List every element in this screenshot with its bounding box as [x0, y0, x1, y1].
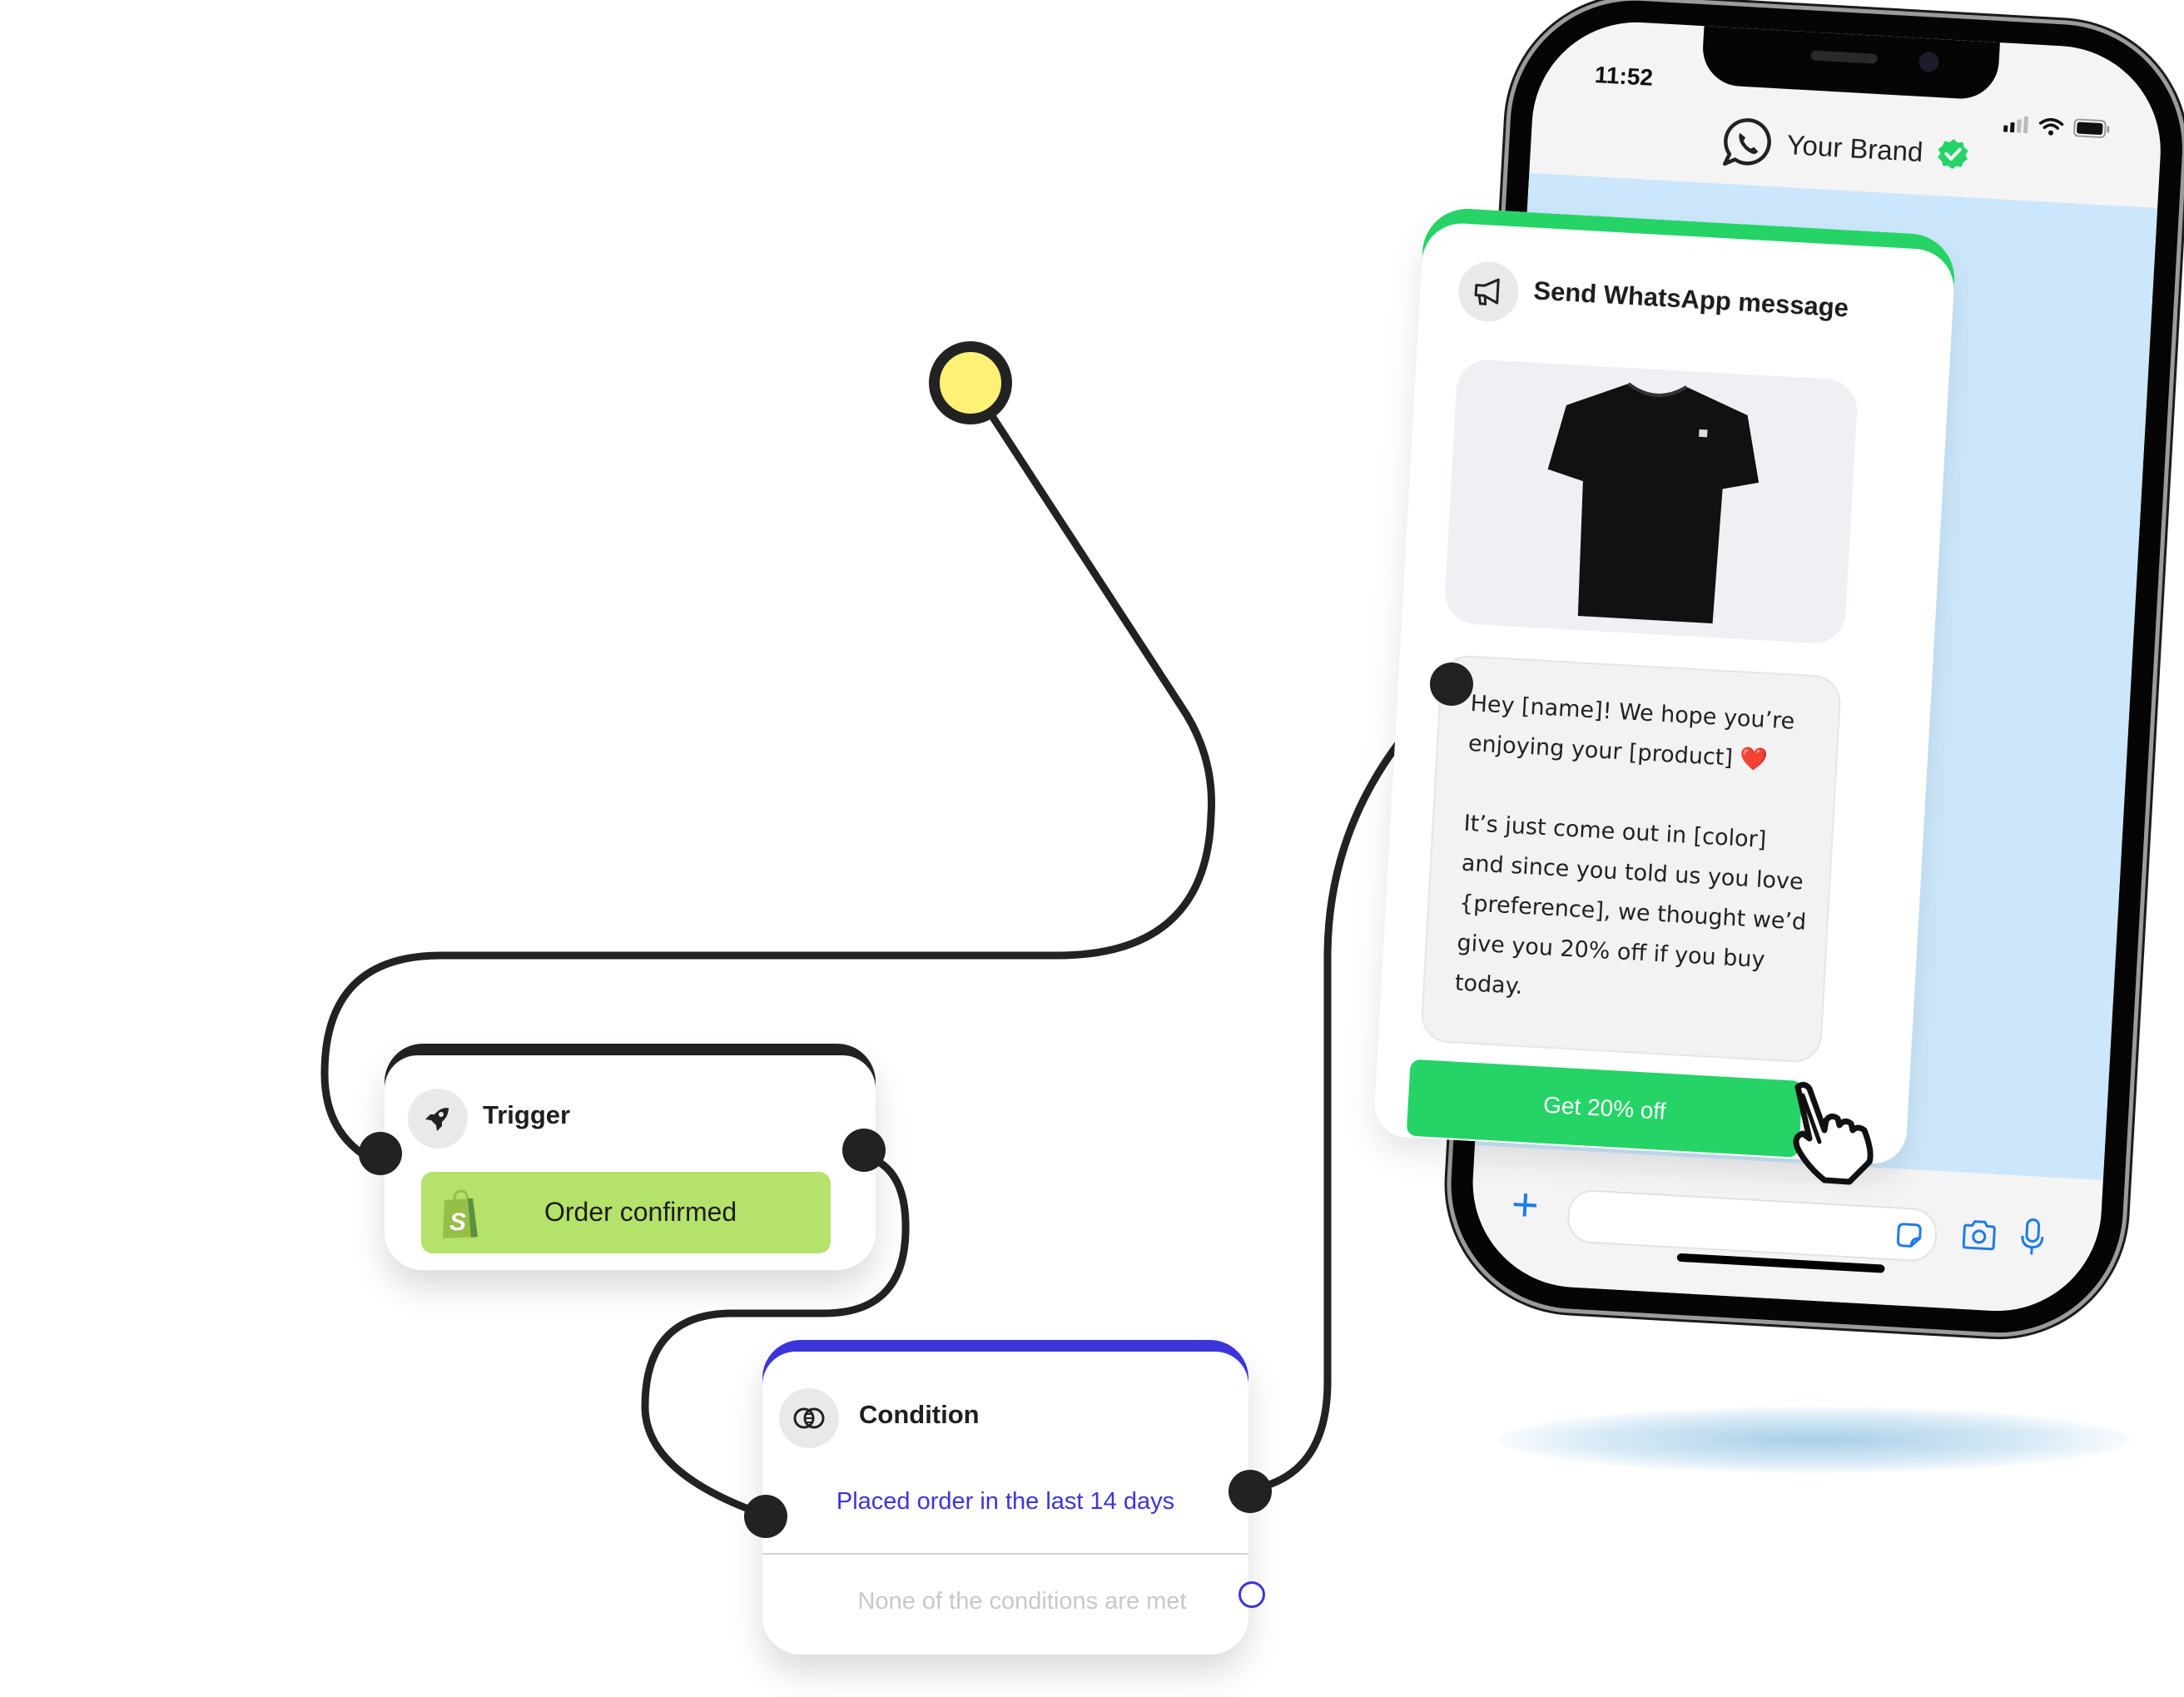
trigger-event-pill[interactable]: S Order confirmed: [421, 1172, 831, 1253]
front-camera: [1918, 51, 1940, 73]
trigger-title: Trigger: [483, 1100, 571, 1129]
speaker-grille: [1810, 50, 1878, 64]
verified-badge-icon: [1938, 139, 1968, 170]
condition-title: Condition: [859, 1400, 980, 1429]
tshirt-image: [1547, 382, 1760, 624]
condition-branch-met[interactable]: Placed order in the last 14 days: [762, 1488, 1248, 1516]
message-paragraph-1: Hey [name]! We hope you’re enjoying your…: [1467, 691, 1796, 774]
camera-icon[interactable]: [1961, 1219, 1998, 1251]
hand-pointer-icon: [1793, 1081, 1874, 1185]
svg-text:S: S: [449, 1208, 466, 1236]
microphone-icon[interactable]: [2019, 1218, 2047, 1258]
contact-name: Your Brand: [1785, 129, 1924, 168]
branch-divider: [762, 1553, 1248, 1555]
message-bubble: Hey [name]! We hope you’re enjoying your…: [1419, 653, 1843, 1064]
condition-icon-badge: [779, 1388, 839, 1448]
trigger-output-port[interactable]: [842, 1129, 886, 1172]
trigger-icon-badge: [408, 1089, 468, 1149]
venn-circles-icon: [793, 1407, 825, 1429]
status-time: 11:52: [1594, 61, 1654, 91]
condition-input-port[interactable]: [744, 1495, 787, 1538]
rocket-icon: [425, 1108, 449, 1131]
megaphone-icon: [1474, 278, 1500, 305]
condition-branch-none[interactable]: None of the conditions are met: [762, 1588, 1248, 1615]
shopify-bag-icon: S: [443, 1189, 478, 1238]
trigger-event-label: Order confirmed: [544, 1197, 737, 1227]
product-image: [1443, 358, 1859, 645]
action-icon-badge: [1457, 260, 1521, 324]
message-input[interactable]: [1566, 1188, 1938, 1263]
message-paragraph-2: It’s just come out in [color] and since …: [1454, 810, 1807, 1000]
plus-icon[interactable]: +: [1510, 1178, 1540, 1232]
action-input-port[interactable]: [1430, 662, 1473, 706]
phone-notch: [1700, 26, 2000, 101]
phone-shadow: [1498, 1407, 2131, 1473]
trigger-card[interactable]: Trigger S Order confirmed: [385, 1044, 876, 1270]
condition-card[interactable]: Condition Placed order in the last 14 da…: [762, 1340, 1265, 1655]
action-title: Send WhatsApp message: [1532, 275, 1849, 323]
trigger-input-port[interactable]: [359, 1132, 402, 1175]
condition-met-output-port[interactable]: [1228, 1470, 1272, 1513]
sticker-icon[interactable]: [1894, 1220, 1924, 1250]
condition-else-output-port[interactable]: [1238, 1581, 1265, 1608]
flow-start-node[interactable]: [929, 341, 1012, 424]
whatsapp-logo-icon: [1723, 118, 1771, 166]
